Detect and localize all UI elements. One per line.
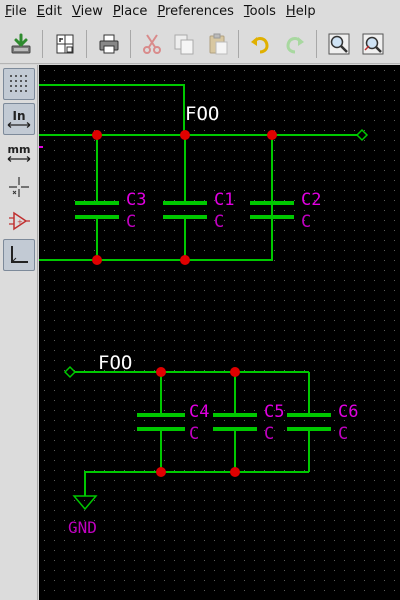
cursor-shape-button[interactable] xyxy=(3,171,35,203)
wire-orientation-button[interactable] xyxy=(3,239,35,271)
gnd-label: GND xyxy=(68,518,97,537)
menu-place[interactable]: Place xyxy=(108,0,153,24)
mm-units-button[interactable]: mm xyxy=(3,137,35,169)
component-ref-c4[interactable]: C4 xyxy=(189,402,209,422)
redo-icon xyxy=(286,37,304,54)
menu-bar: File Edit View Place Preferences Tools H… xyxy=(0,0,400,24)
crosshair-icon xyxy=(9,177,29,197)
zoom-fit-icon xyxy=(362,33,384,55)
grid-toggle-button[interactable] xyxy=(3,68,35,100)
paste-button[interactable] xyxy=(203,29,233,59)
undo-button[interactable] xyxy=(245,29,275,59)
junction-dot[interactable] xyxy=(92,130,102,140)
net-label-top[interactable]: FOO xyxy=(185,103,219,125)
wire-angle-icon xyxy=(11,246,28,263)
component-ref-c5[interactable]: C5 xyxy=(264,402,284,422)
junction-dot[interactable] xyxy=(180,255,190,265)
paste-icon xyxy=(209,33,228,55)
junction-dot[interactable] xyxy=(230,467,240,477)
junction-dot[interactable] xyxy=(180,130,190,140)
undo-icon xyxy=(251,37,269,54)
menu-edit[interactable]: Edit xyxy=(32,0,67,24)
menu-help[interactable]: Help xyxy=(281,0,321,24)
schematic-drawing[interactable]: FOO FOO GND C3 C C1 C C2 C C4 C C5 C C6 … xyxy=(39,65,400,600)
schematic-canvas[interactable]: FOO FOO GND C3 C C1 C C2 C C4 C C5 C C6 … xyxy=(39,65,400,600)
redo-button[interactable] xyxy=(280,29,310,59)
save-button[interactable] xyxy=(6,29,36,59)
menu-preferences[interactable]: Preferences xyxy=(152,0,238,24)
menu-view[interactable]: View xyxy=(67,0,108,24)
menu-tools[interactable]: Tools xyxy=(239,0,281,24)
copy-icon xyxy=(174,34,194,55)
component-ref-c6[interactable]: C6 xyxy=(338,402,358,422)
component-value-c6[interactable]: C xyxy=(338,424,348,444)
junction-dot[interactable] xyxy=(267,130,277,140)
component-value-c5[interactable]: C xyxy=(264,424,274,444)
cut-button[interactable] xyxy=(137,29,167,59)
grid-icon xyxy=(10,75,27,92)
page-settings-button[interactable] xyxy=(50,29,80,59)
junction-dot[interactable] xyxy=(92,255,102,265)
print-icon xyxy=(99,34,119,54)
left-toolbar: In mm + xyxy=(0,65,38,600)
component-value-c4[interactable]: C xyxy=(189,424,199,444)
mm-label: mm xyxy=(7,143,31,156)
eeschema-window: File Edit View Place Preferences Tools H… xyxy=(0,0,400,600)
junction-dot[interactable] xyxy=(156,367,166,377)
main-toolbar xyxy=(0,24,400,64)
page-settings-icon xyxy=(56,34,74,54)
component-value-c3[interactable]: C xyxy=(126,212,136,232)
zoom-fit-button[interactable] xyxy=(358,29,388,59)
hidden-pins-button[interactable]: + xyxy=(3,205,35,237)
inch-units-button[interactable]: In xyxy=(3,103,35,135)
component-value-c2[interactable]: C xyxy=(301,212,311,232)
menu-file[interactable]: File xyxy=(0,0,32,24)
net-label-bottom[interactable]: FOO xyxy=(98,352,132,374)
zoom-in-icon xyxy=(328,33,350,55)
component-ref-c1[interactable]: C1 xyxy=(214,190,234,210)
svg-text:+: + xyxy=(17,218,23,226)
cut-icon xyxy=(143,34,161,54)
junction-dot[interactable] xyxy=(230,367,240,377)
zoom-in-button[interactable] xyxy=(324,29,354,59)
component-value-c1[interactable]: C xyxy=(214,212,224,232)
component-ref-c2[interactable]: C2 xyxy=(301,190,321,210)
inch-units-icon: In xyxy=(7,110,31,128)
inch-label: In xyxy=(12,109,26,123)
hidden-pins-icon: + xyxy=(9,211,30,231)
component-ref-c3[interactable]: C3 xyxy=(126,190,146,210)
mm-units-icon: mm xyxy=(7,144,31,162)
print-button[interactable] xyxy=(94,29,124,59)
save-icon xyxy=(11,33,31,54)
copy-button[interactable] xyxy=(169,29,199,59)
junction-dot[interactable] xyxy=(156,467,166,477)
